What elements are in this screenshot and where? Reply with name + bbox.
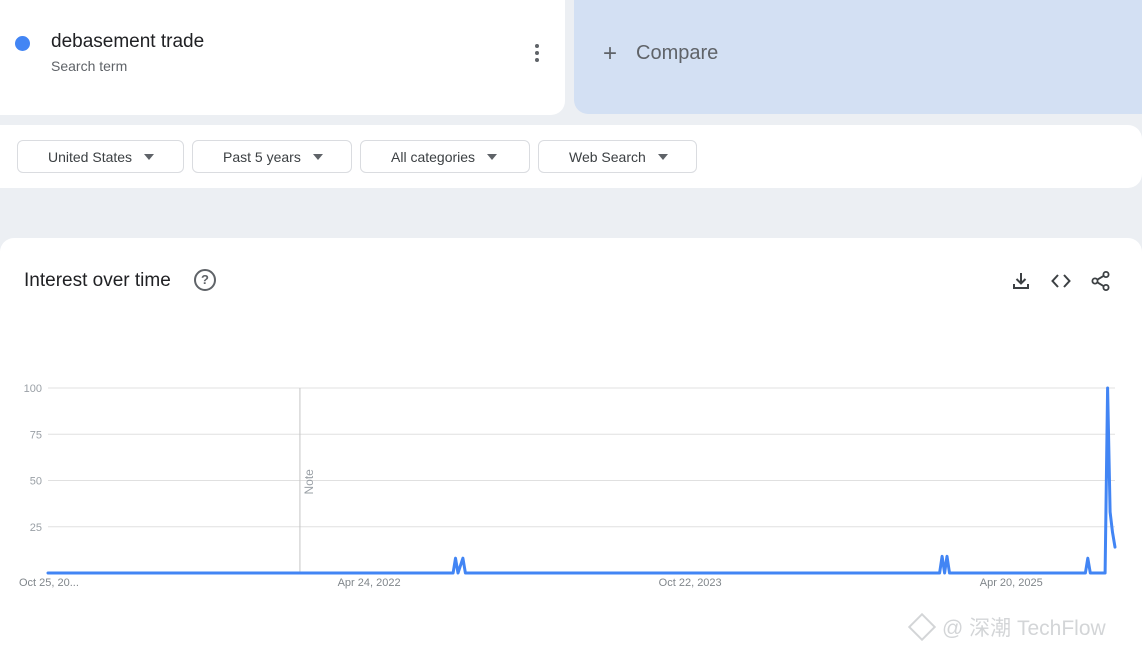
x-tick-label: Oct 22, 2023	[659, 577, 722, 589]
series-color-dot	[15, 36, 30, 51]
compare-label: Compare	[636, 42, 719, 64]
y-tick-label: 50	[30, 476, 42, 488]
help-circle-icon[interactable]: ?	[194, 269, 216, 291]
interest-over-time-card: Interest over time ? 100 75 50 25 Note Oct 25…	[0, 238, 1142, 652]
y-tick-label: 100	[24, 383, 42, 395]
chevron-down-icon	[144, 153, 155, 160]
time-range-filter-label: Past 5 years	[223, 148, 301, 165]
share-icon[interactable]	[1090, 270, 1112, 292]
note-label: Note	[302, 469, 316, 495]
chevron-down-icon	[312, 153, 323, 160]
category-filter-dropdown[interactable]: All categories	[360, 140, 530, 173]
card-title: Interest over time	[24, 270, 171, 291]
y-tick-label: 75	[30, 429, 42, 441]
time-range-filter-dropdown[interactable]: Past 5 years	[192, 140, 352, 173]
x-tick-label: Apr 20, 2025	[980, 577, 1043, 589]
search-term-name[interactable]: debasement trade	[51, 31, 204, 53]
compare-button[interactable]: + Compare	[574, 0, 1142, 114]
x-tick-label: Oct 25, 20...	[19, 577, 79, 589]
category-filter-label: All categories	[391, 148, 476, 165]
chevron-down-icon	[487, 153, 498, 160]
interest-line-chart: 100 75 50 25 Note Oct 25, 20... Apr 24, 2022 Oc…	[19, 383, 1117, 589]
x-tick-label: Apr 24, 2022	[338, 577, 401, 589]
embed-code-icon[interactable]	[1050, 270, 1072, 292]
y-tick-label: 25	[30, 522, 42, 534]
search-type-filter-label: Web Search	[569, 148, 646, 165]
region-filter-dropdown[interactable]: United States	[17, 140, 184, 173]
watermark-text: @ 深潮 TechFlow	[942, 617, 1106, 640]
plus-icon: +	[602, 40, 617, 67]
search-term-subtitle: Search term	[51, 58, 128, 74]
download-icon[interactable]	[1010, 270, 1032, 292]
search-type-filter-dropdown[interactable]: Web Search	[538, 140, 697, 173]
search-term-card: debasement trade Search term	[0, 0, 565, 115]
region-filter-label: United States	[48, 148, 133, 165]
techflow-logo-icon	[907, 612, 937, 642]
filter-bar: United States Past 5 years All categorie…	[0, 125, 1142, 188]
watermark: @ 深潮 TechFlow	[907, 612, 1106, 642]
more-options-icon[interactable]	[527, 40, 547, 66]
chevron-down-icon	[657, 153, 668, 160]
